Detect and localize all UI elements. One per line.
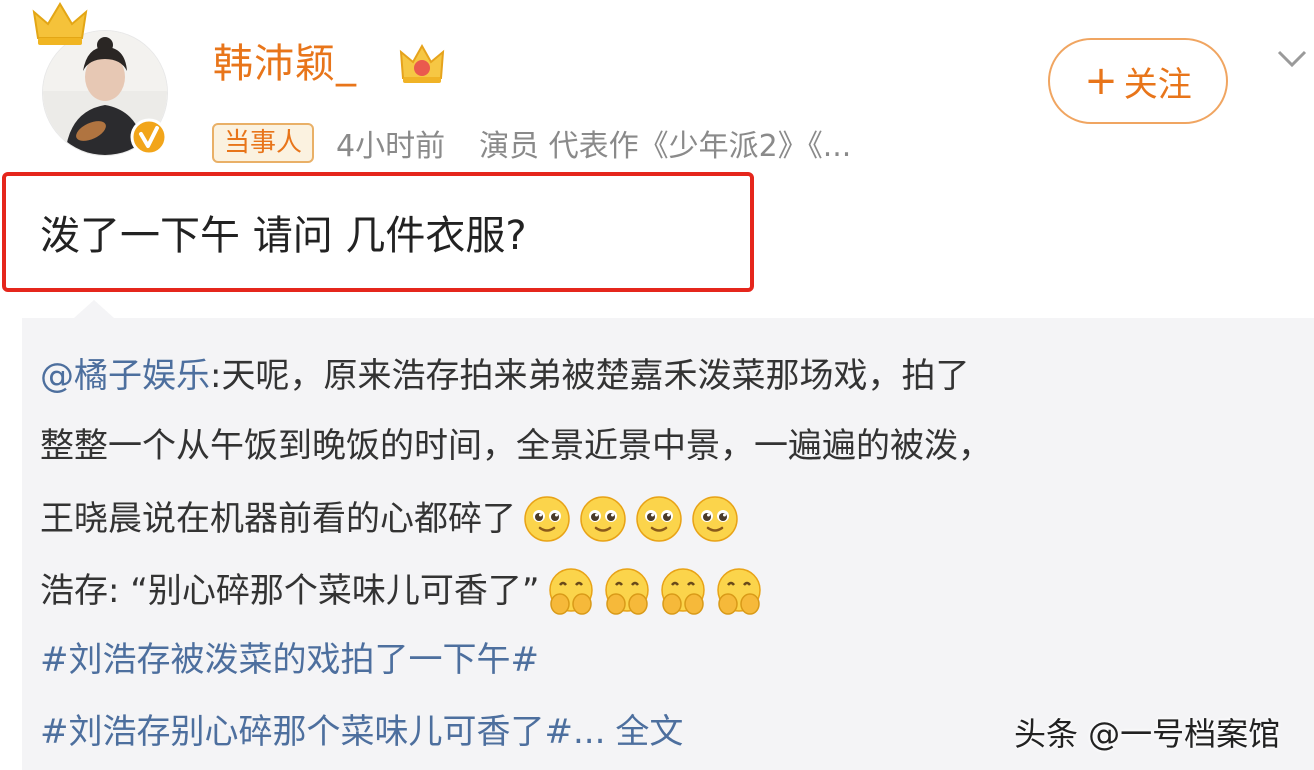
avatar-container[interactable] xyxy=(32,2,168,156)
follow-button[interactable]: + 关注 xyxy=(1048,38,1228,124)
teary-smile-emoji xyxy=(578,494,628,544)
hashtag-link[interactable]: #刘浩存被泼菜的戏拍了一下午# xyxy=(40,636,539,684)
covering-face-emoji xyxy=(546,566,596,616)
repost-line-4: 浩存: “别心碎那个菜味儿可香了” xyxy=(40,566,764,616)
hashtag-link[interactable]: #刘浩存别心碎那个菜味儿可香了#... xyxy=(40,708,605,756)
plus-icon: + xyxy=(1084,58,1118,104)
status-badge: 当事人 xyxy=(212,123,315,163)
vip-crown-icon xyxy=(399,43,445,83)
repost-line-5: #刘浩存被泼菜的戏拍了一下午# xyxy=(40,636,539,684)
teary-smile-emoji xyxy=(634,494,684,544)
repost-text-4: 浩存: “别心碎那个菜味儿可香了” xyxy=(40,571,540,611)
covering-face-emoji xyxy=(602,566,652,616)
crown-icon xyxy=(32,2,88,45)
weibo-post-screenshot: 韩沛颖_ + 关注 当事人 4小时前 演员 代表作《少年派2》《... 泼了一下… xyxy=(0,0,1314,770)
verified-badge-icon xyxy=(130,118,168,156)
post-timestamp: 4小时前 xyxy=(336,129,446,164)
chevron-down-icon[interactable] xyxy=(1276,48,1308,70)
teary-smile-emoji xyxy=(522,494,572,544)
user-description: 演员 代表作《少年派2》《... xyxy=(479,129,852,164)
watermark: 头条 @一号档案馆 xyxy=(1014,715,1281,753)
repost-text-3: 王晓晨说在机器前看的心都碎了 xyxy=(40,499,516,539)
mention-link[interactable]: @橘子娱乐 xyxy=(40,352,210,400)
repost-line-2: 整整一个从午饭到晚饭的时间，全景近景中景，一遍遍的被泼， xyxy=(40,422,992,470)
username[interactable]: 韩沛颖_ xyxy=(213,36,357,92)
follow-label: 关注 xyxy=(1123,64,1192,105)
repost-line-3: 王晓晨说在机器前看的心都碎了 xyxy=(40,494,740,544)
teary-smile-emoji xyxy=(690,494,740,544)
repost-pointer xyxy=(74,300,114,318)
repost-text-2: 整整一个从午饭到晚饭的时间，全景近景中景，一遍遍的被泼， xyxy=(40,426,992,466)
covering-face-emoji xyxy=(658,566,708,616)
repost-text-1: :天呢，原来浩存拍来弟被楚嘉禾泼菜那场戏，拍了 xyxy=(210,356,970,396)
read-more-link[interactable]: 全文 xyxy=(615,708,683,756)
repost-line-6: #刘浩存别心碎那个菜味儿可香了#... 全文 xyxy=(40,708,683,756)
post-meta-row: 当事人 4小时前 演员 代表作《少年派2》《... xyxy=(212,120,851,166)
repost-line-1: @橘子娱乐 :天呢，原来浩存拍来弟被楚嘉禾泼菜那场戏，拍了 xyxy=(40,352,969,400)
post-text: 泼了一下午 请问 几件衣服? xyxy=(40,213,527,259)
covering-face-emoji xyxy=(714,566,764,616)
